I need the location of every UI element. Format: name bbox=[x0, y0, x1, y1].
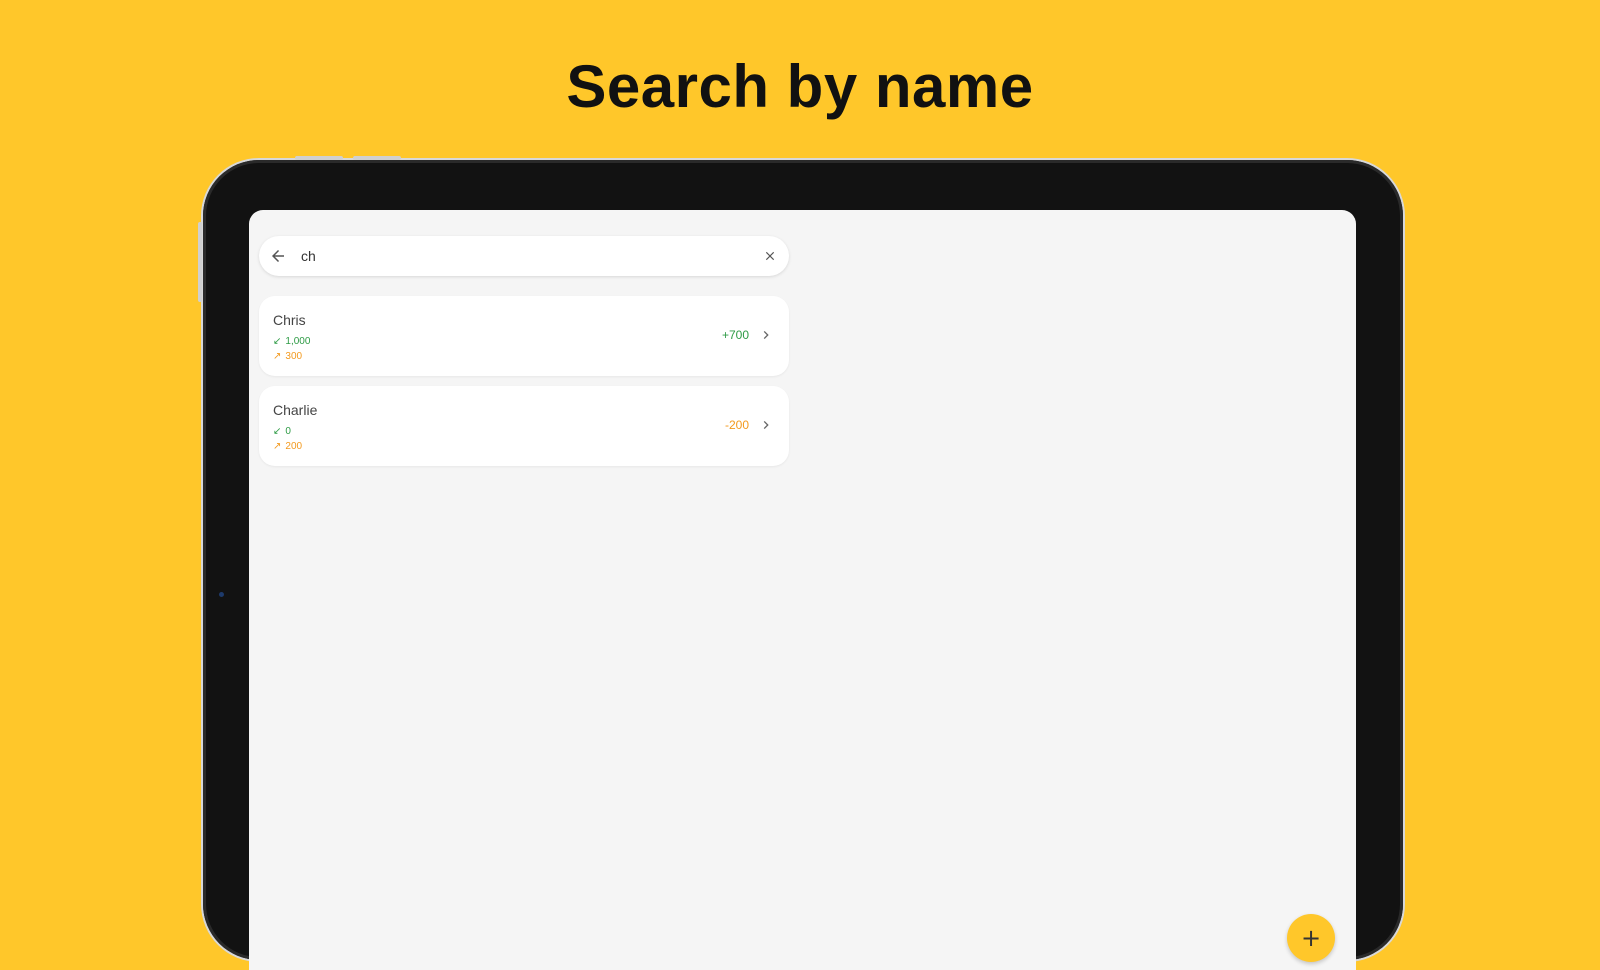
arrow-down-left-icon: ↙ bbox=[273, 336, 282, 347]
arrow-down-left-icon: ↙ bbox=[273, 426, 282, 437]
sent-row: ↗ 300 bbox=[273, 351, 302, 362]
tablet-side-button bbox=[198, 222, 202, 302]
results-list: Chris ↙ 1,000 ↗ 300 +700 Charlie ↙ 0 ↗ 2… bbox=[259, 296, 789, 476]
contact-name: Chris bbox=[273, 312, 306, 328]
tablet-frame: Chris ↙ 1,000 ↗ 300 +700 Charlie ↙ bbox=[198, 156, 1403, 970]
arrow-up-right-icon: ↗ bbox=[273, 351, 282, 362]
list-item[interactable]: Charlie ↙ 0 ↗ 200 -200 bbox=[259, 386, 789, 466]
tablet-top-button bbox=[295, 156, 343, 160]
list-item[interactable]: Chris ↙ 1,000 ↗ 300 +700 bbox=[259, 296, 789, 376]
close-icon[interactable] bbox=[751, 237, 789, 275]
headline: Search by name bbox=[566, 53, 1034, 120]
add-button[interactable]: + bbox=[1287, 914, 1335, 962]
contact-name: Charlie bbox=[273, 402, 318, 418]
arrow-up-right-icon: ↗ bbox=[273, 441, 282, 452]
search-bar bbox=[259, 236, 789, 276]
received-amount: 0 bbox=[285, 426, 291, 437]
sent-amount: 300 bbox=[285, 351, 303, 362]
tablet-top-button bbox=[353, 156, 401, 160]
camera-dot bbox=[219, 592, 224, 597]
arrow-left-icon[interactable] bbox=[259, 237, 297, 275]
sent-amount: 200 bbox=[285, 441, 303, 452]
received-row: ↙ 0 bbox=[273, 426, 291, 437]
chevron-right-icon bbox=[755, 324, 777, 346]
chevron-right-icon bbox=[755, 414, 777, 436]
search-input[interactable] bbox=[297, 248, 751, 264]
balance: +700 bbox=[721, 328, 749, 342]
received-row: ↙ 1,000 bbox=[273, 336, 310, 347]
app-screen: Chris ↙ 1,000 ↗ 300 +700 Charlie ↙ bbox=[249, 210, 1356, 970]
sent-row: ↗ 200 bbox=[273, 441, 302, 452]
plus-icon: + bbox=[1300, 924, 1322, 952]
balance: -200 bbox=[724, 418, 749, 432]
received-amount: 1,000 bbox=[285, 336, 311, 347]
